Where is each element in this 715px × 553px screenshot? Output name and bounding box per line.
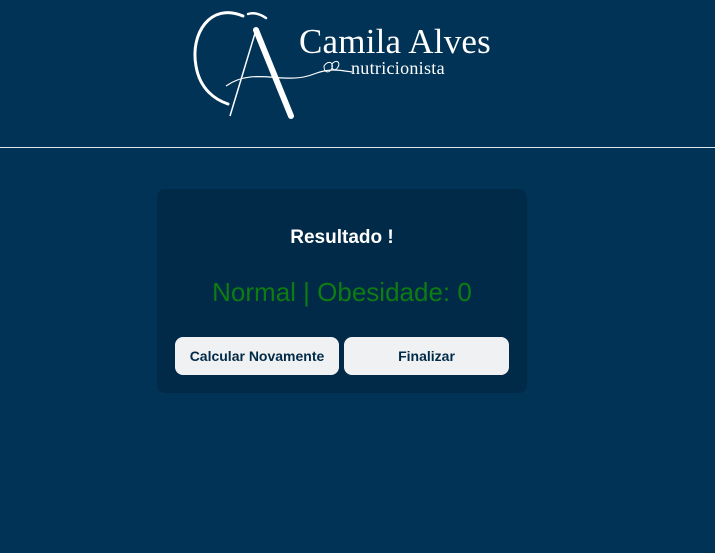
result-value: Normal | Obesidade: 0 [212,277,472,307]
recalculate-button[interactable]: Calcular Novamente [175,337,339,375]
brand-logo: Camila Alves nutricionista [188,4,518,120]
result-card: Resultado ! Normal | Obesidade: 0 Calcul… [157,189,527,393]
brand-tagline: nutricionista [351,58,445,78]
flourish-icon [225,60,353,87]
header: Camila Alves nutricionista [0,0,715,147]
page: Camila Alves nutricionista Resultado ! N… [0,0,715,553]
result-title: Resultado ! [290,227,394,248]
finish-button[interactable]: Finalizar [344,337,509,375]
brand-name: Camila Alves [299,22,491,61]
header-divider [0,147,715,148]
